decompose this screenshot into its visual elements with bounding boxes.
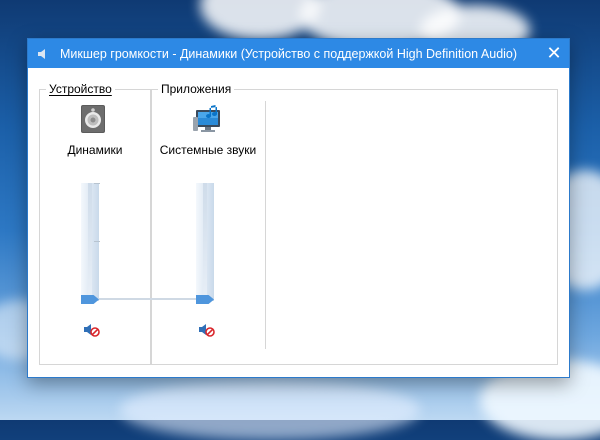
device-name: Динамики [67,143,123,157]
system-sounds-volume-slider[interactable] [196,183,214,301]
device-group-label: Устройство [46,82,115,96]
system-sounds-icon[interactable] [192,103,224,135]
speaker-icon[interactable] [77,103,109,135]
close-icon: ✕ [546,43,562,63]
app-column-separator [265,101,266,349]
applications-group-label: Приложения [158,82,235,96]
volume-link-line [99,298,196,300]
close-button[interactable]: ✕ [539,39,569,68]
system-sounds-mute-button[interactable] [199,323,215,337]
speaker-small-icon [36,46,52,62]
title-bar[interactable]: Микшер громкости - Динамики (Устройство … [28,39,569,68]
muted-speaker-icon [199,324,215,337]
device-volume-slider[interactable] [81,183,99,301]
device-mute-button[interactable] [84,323,100,337]
volume-mixer-window: Микшер громкости - Динамики (Устройство … [27,38,570,378]
window-title: Микшер громкости - Динамики (Устройство … [60,46,518,61]
slider-tick [94,183,100,184]
slider-tick [94,241,100,242]
app-name-system-sounds: Системные звуки [159,143,257,157]
muted-speaker-icon [84,324,100,337]
